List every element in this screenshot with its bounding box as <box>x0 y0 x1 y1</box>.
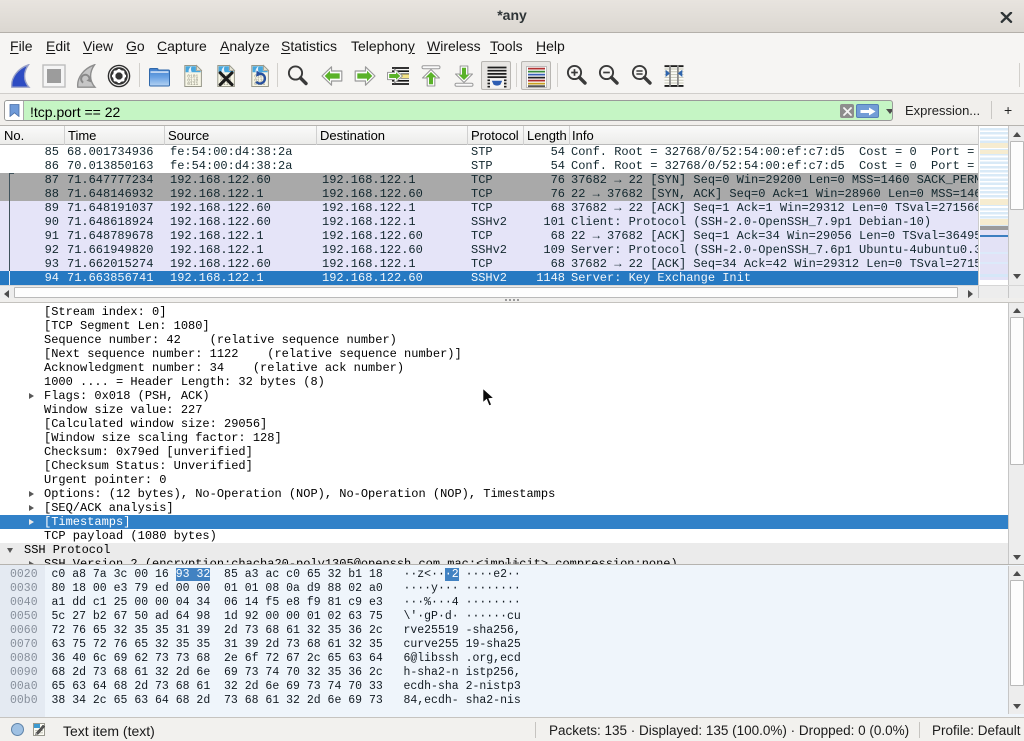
svg-text:0111: 0111 <box>187 81 198 87</box>
